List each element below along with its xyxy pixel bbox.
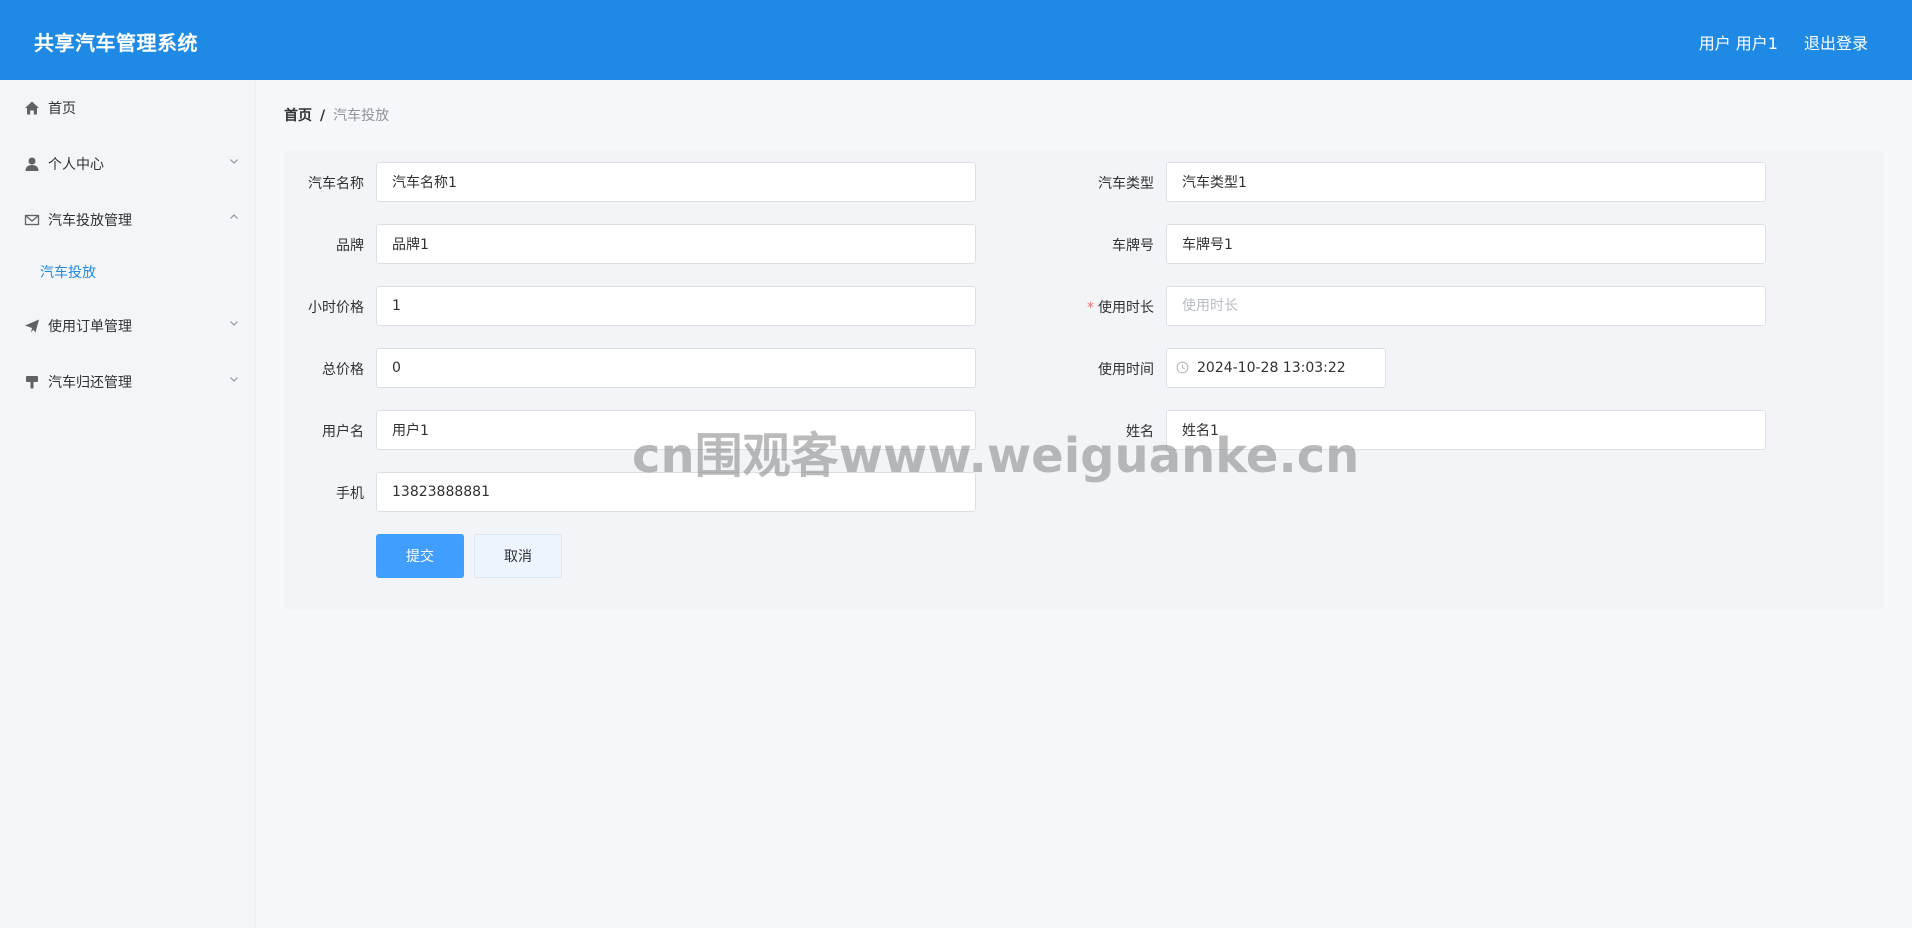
chevron-down-icon	[230, 321, 238, 326]
chevron-down-icon	[230, 377, 238, 382]
breadcrumb-home[interactable]: 首页	[284, 108, 312, 124]
phone-input[interactable]	[376, 472, 976, 512]
plate-input[interactable]	[1166, 224, 1766, 264]
use-time-label: 使用时间	[1098, 362, 1154, 378]
current-user: 用户 用户1	[1698, 34, 1778, 53]
car-name-label: 汽车名称	[308, 176, 364, 192]
duration-label-text: 使用时长	[1098, 300, 1154, 316]
plate-label: 车牌号	[1112, 238, 1154, 254]
sidebar: 首页 个人中心 汽车投放管理 汽车投放 使用订单管理 汽车归还管理	[0, 80, 256, 928]
breadcrumb-current: 汽车投放	[333, 108, 390, 124]
use-time-datepicker[interactable]	[1166, 348, 1386, 388]
sidebar-item-personal-center[interactable]: 个人中心	[0, 144, 256, 184]
sidebar-item-home[interactable]: 首页	[0, 88, 256, 128]
sidebar-item-label: 使用订单管理	[48, 319, 132, 335]
cancel-button[interactable]: 取消	[474, 534, 562, 578]
home-icon	[25, 101, 39, 115]
sidebar-subitem-car-deploy[interactable]: 汽车投放	[0, 252, 256, 292]
chevron-up-icon	[230, 214, 238, 219]
realname-input[interactable]	[1166, 410, 1766, 450]
sidebar-item-car-deploy-management[interactable]: 汽车投放管理	[0, 200, 256, 240]
car-type-input[interactable]	[1166, 162, 1766, 202]
sidebar-item-order-management[interactable]: 使用订单管理	[0, 306, 256, 346]
total-price-input[interactable]	[376, 348, 976, 388]
breadcrumb: 首页 / 汽车投放	[284, 105, 389, 125]
sidebar-item-return-management[interactable]: 汽车归还管理	[0, 362, 256, 402]
duration-label: * 使用时长	[1044, 297, 1154, 317]
phone-label: 手机	[336, 486, 364, 502]
brand-input[interactable]	[376, 224, 976, 264]
username-input[interactable]	[376, 410, 976, 450]
realname-label: 姓名	[1126, 424, 1154, 440]
submit-button[interactable]: 提交	[376, 534, 464, 578]
required-mark: *	[1087, 300, 1094, 316]
app-title: 共享汽车管理系统	[34, 31, 198, 55]
sidebar-item-label: 首页	[48, 101, 76, 117]
username-label: 用户名	[322, 424, 364, 440]
sidebar-item-label: 汽车归还管理	[48, 375, 132, 391]
sidebar-item-label: 个人中心	[48, 157, 104, 173]
hour-price-input[interactable]	[376, 286, 976, 326]
sidebar-subitem-label: 汽车投放	[40, 265, 96, 281]
chevron-down-icon	[230, 159, 238, 164]
user-icon	[25, 157, 39, 171]
brand-label: 品牌	[336, 238, 364, 254]
sidebar-item-label: 汽车投放管理	[48, 213, 132, 229]
breadcrumb-separator: /	[320, 108, 326, 124]
car-type-label: 汽车类型	[1098, 176, 1154, 192]
brush-icon	[26, 376, 38, 389]
mail-icon	[24, 214, 40, 226]
clock-icon	[1176, 361, 1189, 374]
duration-input[interactable]	[1166, 286, 1766, 326]
logout-button[interactable]: 退出登录	[1804, 30, 1868, 54]
hour-price-label: 小时价格	[308, 300, 364, 316]
top-header: 共享汽车管理系统 用户 用户1 退出登录	[0, 0, 1912, 80]
car-name-input[interactable]	[376, 162, 976, 202]
total-price-label: 总价格	[322, 362, 364, 378]
send-icon	[25, 319, 39, 333]
